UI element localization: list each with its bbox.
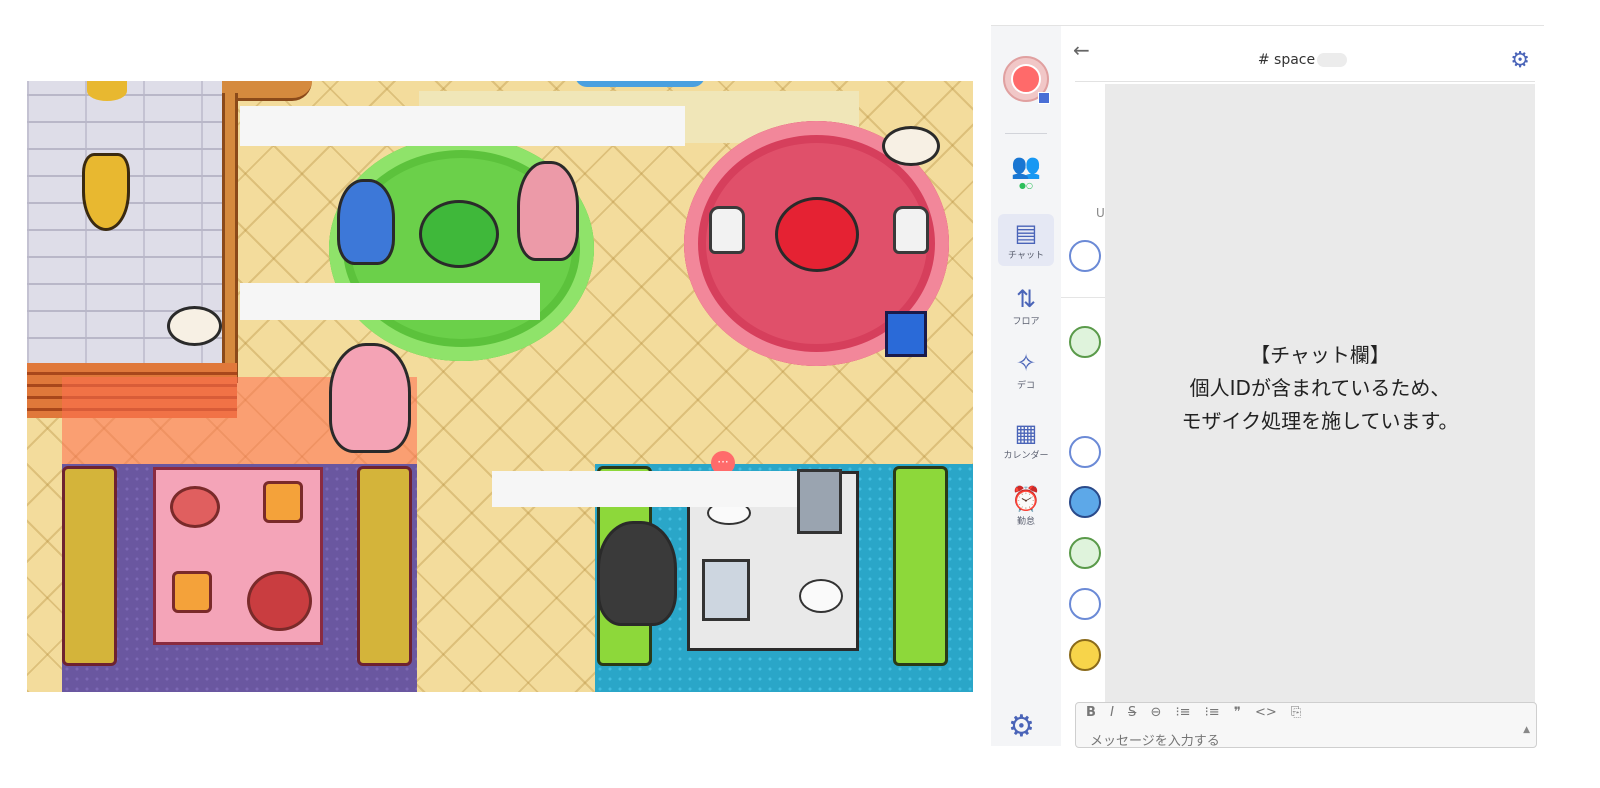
bench [62,466,117,666]
partial-text: U [1096,206,1105,220]
sidebar-item-label: チャット [1008,251,1044,261]
channel-name: # space [1257,52,1316,68]
ordered-list-icon[interactable]: ⁝≡ [1176,705,1191,720]
chat-panel: ← # space ⚙ U 【チャット欄】 個人IDが含まれているため、 モザイ… [1061,26,1544,748]
sidebar-item-floor[interactable]: ⇅ フロア [998,284,1054,327]
link-icon[interactable]: ⊖ [1150,705,1161,720]
sidebar-item-label: デコ [1016,381,1035,391]
laptop-icon [797,469,842,534]
avatar-face-icon [1011,64,1041,94]
notice-line: モザイク処理を施しています。 [1181,409,1459,433]
scroll-up-icon[interactable]: ▲ [1523,725,1530,735]
beer-icon [172,571,212,613]
lamp-icon [87,81,127,101]
sidebar-item-deco[interactable]: ✧ デコ [998,348,1054,391]
sidebar-item-calendar[interactable]: ▦ カレンダー [998,418,1054,461]
bullet-list-icon[interactable]: ⁝≡ [1205,705,1220,720]
salad-icon [170,486,220,528]
bench [357,466,412,666]
notice-title: 【チャット欄】 [1250,343,1390,367]
sidebar-item-label: フロア [1012,317,1040,327]
message-avatar[interactable] [1069,326,1101,358]
cat-icon [167,306,222,346]
bold-button[interactable]: B [1086,705,1096,720]
calendar-icon: ▦ [1014,419,1038,447]
sidebar-item-chat[interactable]: ▤ チャット [998,214,1054,266]
sidebar-item-label: カレンダー [1003,451,1049,461]
chat-icon: ▤ [1014,219,1038,247]
sidebar: 👥 ●○ ▤ チャット ⇅ フロア ✧ デコ ▦ カレンダー ⏰ 勤怠 ⚙ [991,26,1061,746]
message-avatar[interactable] [1069,240,1101,272]
mosaic-mask [1317,53,1348,67]
mosaic-mask [240,283,540,320]
alarm-icon: ⏰ [1011,485,1041,513]
bench [893,466,948,666]
message-avatar[interactable] [1069,588,1101,620]
notice-line: 個人IDが含まれているため、 [1189,376,1451,400]
people-icon: 👥 [1011,152,1041,180]
mosaic-mask [240,106,685,146]
character-avatar[interactable] [597,521,677,626]
sidebar-item-label: 勤怠 [1016,517,1035,527]
italic-button[interactable]: I [1110,705,1114,720]
message-avatar[interactable] [1069,486,1101,518]
chair-icon [709,206,745,254]
code-block-icon[interactable]: ⎘ [1291,705,1301,720]
wall-trim [222,93,238,383]
round-table-green[interactable] [419,200,499,268]
chair-icon [893,206,929,254]
character-avatar[interactable] [517,161,579,261]
gift-icon[interactable] [885,311,927,357]
code-icon[interactable]: <> [1255,705,1277,720]
meat-icon [247,571,312,631]
settings-gear-icon[interactable]: ⚙ [1008,709,1035,744]
laptop-icon [702,559,750,621]
message-avatar[interactable] [1069,639,1101,671]
divider [1075,81,1535,82]
mosaic-notice: 【チャット欄】 個人IDが含まれているため、 モザイク処理を施しています。 [1105,339,1535,438]
format-toolbar: B I S ⊖ ⁝≡ ⁝≡ ❞ <> ⎘ [1086,705,1311,720]
game-map[interactable]: ン㎝ ··· [27,81,973,692]
message-composer: B I S ⊖ ⁝≡ ⁝≡ ❞ <> ⎘ ▲ [1075,702,1537,748]
round-table-red[interactable] [775,197,859,272]
app-panel: 👥 ●○ ▤ チャット ⇅ フロア ✧ デコ ▦ カレンダー ⏰ 勤怠 ⚙ ← … [991,25,1544,748]
cup-icon [799,579,843,613]
channel-title: # space [1061,52,1544,68]
cat-icon [882,126,940,166]
player-avatar[interactable] [329,343,411,453]
message-avatar[interactable] [1069,537,1101,569]
saxophone-icon [82,153,130,231]
message-avatar[interactable] [1069,436,1101,468]
online-status-icon: ●○ [1019,181,1033,190]
sidebar-item-members[interactable]: 👥 ●○ [998,151,1054,191]
character-avatar[interactable] [337,179,395,265]
floor-icon: ⇅ [1015,285,1037,313]
strike-button[interactable]: S [1128,705,1136,720]
beer-icon [263,481,303,523]
pond [575,81,705,87]
divider [1061,297,1105,298]
divider [1005,133,1047,134]
message-input[interactable] [1090,731,1510,747]
channel-settings-icon[interactable]: ⚙ [1510,48,1530,73]
mosaic-mask [492,471,797,507]
sidebar-item-attendance[interactable]: ⏰ 勤怠 [998,484,1054,527]
deco-icon: ✧ [1015,349,1037,377]
quote-icon[interactable]: ❞ [1234,705,1241,720]
status-badge [1038,92,1050,104]
